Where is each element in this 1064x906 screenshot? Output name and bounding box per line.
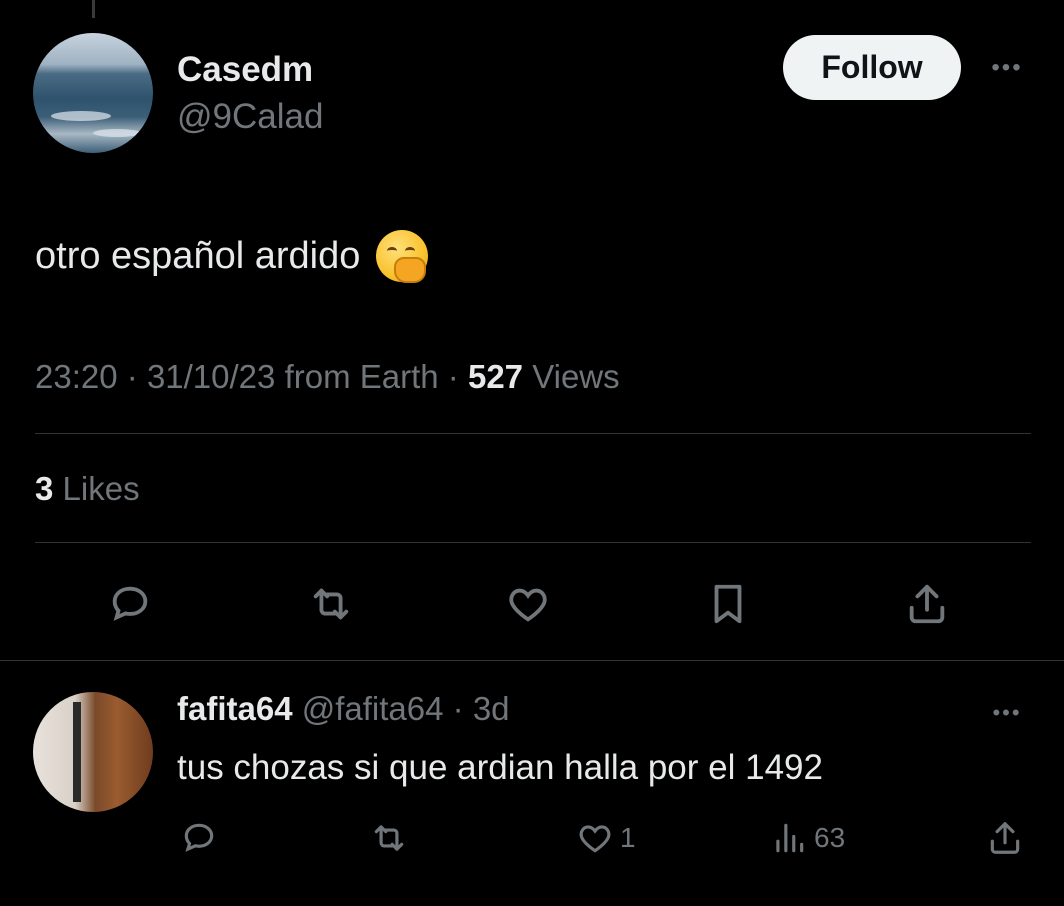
reply-age[interactable]: 3d [473, 690, 510, 727]
likes-label: Likes [62, 470, 140, 507]
reply-avatar[interactable] [33, 692, 153, 812]
tweet-date[interactable]: 31/10/23 [147, 358, 275, 395]
share-icon[interactable] [899, 576, 955, 632]
tweet-time[interactable]: 23:20 [35, 358, 118, 395]
reply-icon[interactable] [102, 576, 158, 632]
likes-count: 3 [35, 470, 54, 507]
reply-handle[interactable]: @fafita64 [302, 690, 444, 727]
more-options-icon[interactable]: ••• [985, 56, 1029, 80]
reply-display-name[interactable]: fafita64 [177, 690, 293, 727]
meta-separator: · [452, 690, 464, 727]
meta-separator: · [447, 358, 468, 395]
likes-summary[interactable]: 3 Likes [35, 470, 140, 508]
bookmark-icon[interactable] [700, 576, 756, 632]
retweet-icon[interactable] [303, 576, 359, 632]
views-button[interactable]: 63 [770, 816, 845, 860]
tweet-text-container: otro español ardido [35, 230, 429, 283]
views-count: 63 [814, 822, 846, 853]
reply-icon[interactable] [180, 816, 218, 860]
share-icon[interactable] [986, 816, 1024, 860]
like-count: 1 [620, 822, 636, 853]
more-options-icon[interactable]: ••• [985, 700, 1029, 725]
retweet-icon[interactable] [370, 816, 408, 860]
like-icon[interactable] [500, 576, 556, 632]
analytics-icon [776, 823, 804, 853]
avatar-wave-decoration [51, 111, 111, 121]
face-with-hand-over-mouth-icon [376, 230, 429, 283]
avatar-wave-decoration [93, 129, 141, 137]
divider [0, 660, 1064, 661]
meta-separator: · [126, 358, 147, 395]
divider [35, 433, 1031, 434]
follow-button[interactable]: Follow [783, 35, 961, 100]
thread-connector-line [92, 0, 95, 18]
reply-header: fafita64 @fafita64 · 3d [177, 690, 510, 728]
author-handle[interactable]: @9Calad [177, 97, 323, 137]
avatar-decoration [73, 702, 81, 802]
views-count: 527 [467, 358, 524, 395]
tweet-text: otro español ardido [35, 234, 361, 277]
like-icon [579, 825, 611, 853]
tweet-meta: 23:20 · 31/10/23 from Earth · 527 Views [35, 358, 620, 396]
views-label: Views [532, 358, 620, 395]
reply-text: tus chozas si que ardian halla por el 14… [177, 748, 823, 787]
divider [35, 542, 1031, 543]
avatar[interactable] [33, 33, 153, 153]
like-button[interactable]: 1 [576, 816, 636, 860]
tweet-source: from Earth [284, 358, 439, 395]
author-display-name[interactable]: Casedm [177, 50, 313, 90]
